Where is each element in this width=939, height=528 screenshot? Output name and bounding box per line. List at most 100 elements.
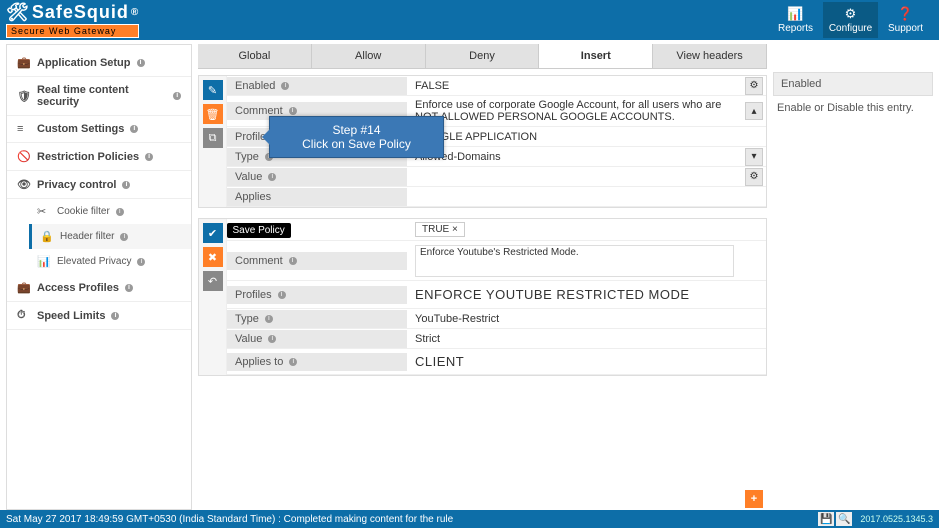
row-key: Applies to xyxy=(235,356,283,368)
sidebar-item-label: Privacy control xyxy=(37,179,116,191)
row-key: Type xyxy=(235,151,259,163)
sidebar-item-privacy-control[interactable]: 👁 Privacy control i xyxy=(7,171,191,199)
briefcase-icon: 💼 xyxy=(17,281,31,294)
gear-button[interactable]: ⚙ xyxy=(745,168,763,186)
edit-button[interactable]: ✎ xyxy=(203,80,223,100)
topnav-configure[interactable]: ⚙ Configure xyxy=(823,2,878,38)
right-panel-title: Enabled xyxy=(773,72,933,96)
status-save-icon[interactable]: 💾 xyxy=(818,512,834,526)
info-icon: i xyxy=(289,358,297,366)
gauge-icon: ⏱ xyxy=(17,309,31,322)
sidebar-item-label: Real time content security xyxy=(37,84,167,108)
bars-icon: 📊 xyxy=(37,255,51,268)
comment-input[interactable]: Enforce Youtube's Restricted Mode. xyxy=(415,245,734,277)
sidebar-item-label: Restriction Policies xyxy=(37,151,139,163)
card1-actions: ✎ 🗑 ⧉ xyxy=(199,76,227,207)
status-search-icon[interactable]: 🔍 xyxy=(836,512,852,526)
sidebar-sub-label: Header filter xyxy=(60,231,114,242)
topnav-reports[interactable]: 📊 Reports xyxy=(768,2,823,38)
block-icon: 🚫 xyxy=(17,150,31,163)
row-value: YouTube-Restrict xyxy=(407,310,742,328)
sidebar-sub-cookie-filter[interactable]: ✂ Cookie filter i xyxy=(29,199,191,224)
delete-button[interactable]: 🗑 xyxy=(203,104,223,124)
row-comment: Commenti Enforce Youtube's Restricted Mo… xyxy=(227,241,766,281)
row-key: Profiles xyxy=(235,289,272,301)
sidebar-item-custom-settings[interactable]: ≡ Custom Settings i xyxy=(7,116,191,143)
topnav-label: Support xyxy=(888,23,923,34)
row-value xyxy=(407,194,742,200)
info-icon: i xyxy=(111,312,119,320)
tab-deny[interactable]: Deny xyxy=(426,44,540,68)
profiles-input[interactable]: ENFORCE YOUTUBE RESTRICTED MODE xyxy=(407,284,742,305)
status-bar: Sat May 27 2017 18:49:59 GMT+0530 (India… xyxy=(0,510,939,528)
scissors-icon: ✂ xyxy=(37,205,51,218)
right-panel-desc: Enable or Disable this entry. xyxy=(773,102,933,114)
card2-actions: ✔ Save Policy ✖ ↶ xyxy=(199,219,227,375)
callout-body: Click on Save Policy xyxy=(278,137,435,151)
row-key: Comment xyxy=(235,255,283,267)
sidebar: 💼 Application Setup i 🛡 Real time conten… xyxy=(6,44,192,510)
add-policy-button[interactable]: + xyxy=(745,490,763,508)
save-button[interactable]: ✔ Save Policy xyxy=(203,223,223,243)
applies-input[interactable]: CLIENT xyxy=(407,351,742,372)
callout-title: Step #14 xyxy=(278,123,435,137)
save-tooltip: Save Policy xyxy=(227,223,291,238)
revert-button[interactable]: ↶ xyxy=(203,271,223,291)
sidebar-sub-elevated-privacy[interactable]: 📊 Elevated Privacy i xyxy=(29,249,191,274)
logo: 🛠 SafeSquid ® Secure Web Gateway xyxy=(6,2,139,38)
tab-global[interactable]: Global xyxy=(198,44,312,68)
sidebar-item-label: Custom Settings xyxy=(37,123,124,135)
row-key: Type xyxy=(235,313,259,325)
gear-button[interactable]: ⚙ xyxy=(745,77,763,95)
sidebar-item-access-profiles[interactable]: 💼 Access Profiles i xyxy=(7,274,191,302)
info-icon: i xyxy=(125,284,133,292)
info-icon: i xyxy=(122,181,130,189)
right-panel: Enabled Enable or Disable this entry. xyxy=(773,44,933,510)
info-icon: i xyxy=(268,173,276,181)
info-icon: i xyxy=(173,92,181,100)
tab-view-headers[interactable]: View headers xyxy=(653,44,767,68)
eye-icon: 👁 xyxy=(17,178,31,191)
sidebar-item-label: Speed Limits xyxy=(37,310,105,322)
info-icon: i xyxy=(137,59,145,67)
row-profiles: Profiles i ENFORCE YOUTUBE RESTRICTED MOD… xyxy=(227,281,766,309)
version-label: 2017.0525.1345.3 xyxy=(860,514,933,524)
topnav-label: Configure xyxy=(829,23,872,34)
logo-tagline: Secure Web Gateway xyxy=(6,24,139,38)
collapse-button[interactable]: ▴ xyxy=(745,102,763,120)
dropdown-button[interactable]: ▾ xyxy=(745,148,763,166)
logo-text: SafeSquid xyxy=(32,2,129,23)
row-value: Valuei ⚙ xyxy=(227,167,766,187)
reports-icon: 📊 xyxy=(768,6,823,22)
info-icon: i xyxy=(278,291,286,299)
row-applies: Applies xyxy=(227,187,766,207)
sidebar-item-realtime-security[interactable]: 🛡 Real time content security i xyxy=(7,77,191,116)
sidebar-item-restriction-policies[interactable]: 🚫 Restriction Policies i xyxy=(7,143,191,171)
status-text: Sat May 27 2017 18:49:59 GMT+0530 (India… xyxy=(6,514,453,525)
row-value: Valuei Strict xyxy=(227,329,766,349)
enabled-chip[interactable]: TRUE × xyxy=(415,222,465,237)
copy-button[interactable]: ⧉ xyxy=(203,128,223,148)
topnav: 📊 Reports ⚙ Configure ❓ Support xyxy=(768,2,933,38)
row-value: GOOGLE APPLICATION xyxy=(407,128,742,146)
row-value: Strict xyxy=(407,330,742,348)
support-icon: ❓ xyxy=(878,6,933,22)
topnav-support[interactable]: ❓ Support xyxy=(878,2,933,38)
row-key: Enabled xyxy=(235,80,275,92)
sidebar-item-label: Access Profiles xyxy=(37,282,119,294)
row-applies: Applies to i CLIENT xyxy=(227,349,766,375)
tab-allow[interactable]: Allow xyxy=(312,44,426,68)
sidebar-item-application-setup[interactable]: 💼 Application Setup i xyxy=(7,49,191,77)
row-enabled: TRUE × xyxy=(227,219,766,241)
topbar: 🛠 SafeSquid ® Secure Web Gateway 📊 Repor… xyxy=(0,0,939,40)
cancel-button[interactable]: ✖ xyxy=(203,247,223,267)
row-type: Typei YouTube-Restrict xyxy=(227,309,766,329)
row-key: Value xyxy=(235,171,262,183)
sidebar-item-speed-limits[interactable]: ⏱ Speed Limits i xyxy=(7,302,191,330)
row-value: Enforce use of corporate Google Account,… xyxy=(407,96,742,126)
row-value xyxy=(407,174,742,180)
sidebar-sub-header-filter[interactable]: 🔒 Header filter i xyxy=(29,224,191,249)
step-callout: Step #14 Click on Save Policy xyxy=(269,116,444,158)
tab-insert[interactable]: Insert xyxy=(539,44,653,68)
lock-icon: 🔒 xyxy=(40,230,54,243)
